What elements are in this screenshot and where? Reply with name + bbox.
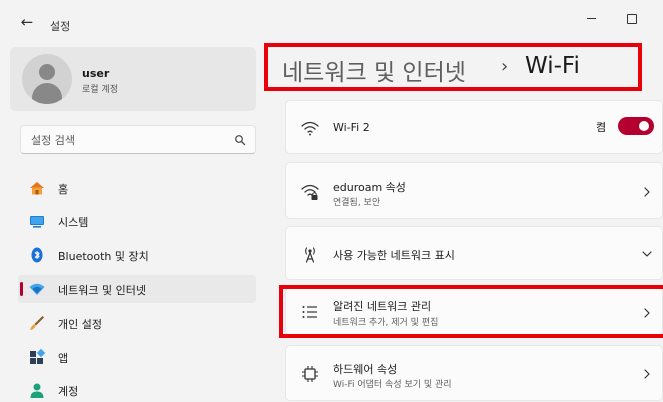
wifi-title: Wi-Fi 2 <box>333 121 370 134</box>
system-icon <box>30 216 44 228</box>
sidebar-item-label: 네트워크 및 인터넷 <box>58 284 146 297</box>
toggle-label: 켬 <box>596 121 607 134</box>
sidebar-item-label: 개인 설정 <box>58 318 102 331</box>
known-networks-title: 알려진 네트워크 관리 <box>333 300 432 313</box>
sidebar-item-apps[interactable]: 앱 <box>18 343 256 371</box>
active-indicator <box>20 282 23 296</box>
wifi-toggle[interactable] <box>618 117 654 135</box>
title-bar: ← 설정 <box>0 0 663 40</box>
search-icon[interactable] <box>234 134 246 146</box>
user-name: user <box>82 67 110 80</box>
chip-icon <box>302 366 318 382</box>
chevron-right-icon <box>644 369 650 379</box>
network-icon <box>29 283 45 295</box>
antenna-icon <box>305 247 315 263</box>
page-title: Wi-Fi <box>525 53 580 79</box>
wifi-icon <box>301 121 319 136</box>
wifi-card[interactable]: Wi-Fi 2 켬 <box>285 100 663 154</box>
app-title: 설정 <box>50 20 71 33</box>
maximize-button[interactable] <box>622 10 640 26</box>
available-networks-title: 사용 가능한 네트워크 표시 <box>333 249 455 262</box>
sidebar-item-network[interactable]: 네트워크 및 인터넷 <box>18 275 256 303</box>
available-networks-card[interactable]: 사용 가능한 네트워크 표시 <box>285 226 663 280</box>
avatar <box>22 54 72 104</box>
known-networks-card[interactable]: 알려진 네트워크 관리 네트워크 추가, 제거 및 편집 <box>285 287 663 336</box>
bluetooth-icon <box>31 247 43 263</box>
sidebar-item-home[interactable]: 홈 <box>18 174 256 202</box>
profile-card[interactable]: user 로컬 계정 <box>10 47 256 111</box>
apps-icon <box>30 348 46 364</box>
hardware-title: 하드웨어 속성 <box>333 363 398 376</box>
eduroam-properties-card[interactable]: eduroam 속성 연결됨, 보안 <box>285 162 663 219</box>
sidebar-item-label: 시스템 <box>58 216 89 229</box>
eduroam-title: eduroam 속성 <box>333 181 406 194</box>
search-input[interactable] <box>31 132 221 148</box>
toggle-knob <box>639 121 649 131</box>
hardware-properties-card[interactable]: 하드웨어 속성 Wi-Fi 어댑터 속성 보기 및 관리 <box>285 345 663 401</box>
sidebar-item-system[interactable]: 시스템 <box>18 207 256 235</box>
chevron-right-icon <box>644 308 650 318</box>
sidebar-item-label: 홈 <box>58 183 69 196</box>
sidebar-item-label: Bluetooth 및 장치 <box>58 250 149 263</box>
sidebar-item-label: 앱 <box>58 352 69 365</box>
sidebar-item-personalization[interactable]: 개인 설정 <box>18 309 256 337</box>
wifi-secure-icon <box>301 184 319 200</box>
hardware-subtitle: Wi-Fi 어댑터 속성 보기 및 관리 <box>333 380 452 390</box>
breadcrumb: 네트워크 및 인터넷 › Wi-Fi <box>264 43 642 91</box>
known-networks-subtitle: 네트워크 추가, 제거 및 편집 <box>333 318 439 328</box>
back-button[interactable]: ← <box>18 13 36 31</box>
account-type: 로컬 계정 <box>82 85 118 95</box>
sidebar-item-bluetooth[interactable]: Bluetooth 및 장치 <box>18 241 256 269</box>
chevron-right-icon <box>644 187 650 197</box>
sidebar-item-accounts[interactable]: 계정 <box>18 376 256 402</box>
home-icon <box>30 182 44 195</box>
chevron-down-icon <box>642 251 652 257</box>
account-icon <box>30 383 44 398</box>
minimize-button[interactable] <box>582 10 602 26</box>
brush-icon <box>30 316 44 330</box>
breadcrumb-parent[interactable]: 네트워크 및 인터넷 <box>282 53 466 87</box>
search-box[interactable] <box>20 125 256 154</box>
breadcrumb-separator: › <box>501 56 509 77</box>
list-icon <box>302 306 317 318</box>
eduroam-subtitle: 연결됨, 보안 <box>333 198 381 208</box>
sidebar-item-label: 계정 <box>58 385 79 398</box>
